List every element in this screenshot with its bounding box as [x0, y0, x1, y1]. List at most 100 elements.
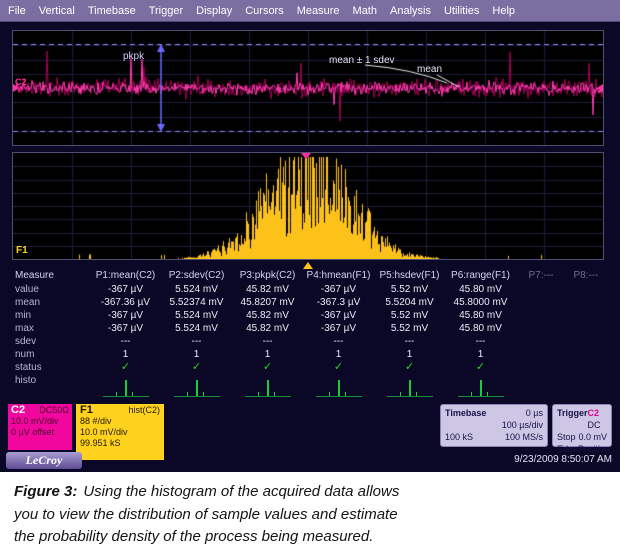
menu-vertical[interactable]: Vertical [39, 5, 75, 17]
caption-line-1: Using the histogram of the acquired data… [83, 483, 399, 500]
sdev-p8 [566, 335, 606, 348]
min-p8 [566, 309, 606, 322]
min-p5: 5.52 mV [374, 309, 445, 322]
timebase-box[interactable]: Timebase 0 µs 100 µs/div 100 kS 100 MS/s [440, 404, 548, 447]
sdev-p6: --- [445, 335, 516, 348]
histogram-grid[interactable]: F1 [12, 152, 604, 260]
param-header-p1[interactable]: P1:mean(C2) [90, 268, 161, 283]
num-p1: 1 [90, 348, 161, 361]
c2-descriptor-box[interactable]: C2 DC50Ω 10.0 mV/div 0 µV offset [8, 404, 72, 450]
timebase-rate: 100 MS/s [505, 431, 543, 443]
histogram-icon [316, 377, 362, 397]
trigger-box[interactable]: Trigger C2 DC Stop 0.0 mV Edge Positive [552, 404, 612, 447]
row-label-max: max [12, 322, 90, 335]
menu-help[interactable]: Help [492, 5, 515, 17]
param-header-p5[interactable]: P5:hsdev(F1) [374, 268, 445, 283]
c2-level-marker-right [597, 84, 603, 92]
value-p7 [516, 283, 566, 296]
status-check-icon-p1: ✓ [90, 361, 161, 374]
hmean-marker-icon [301, 153, 311, 159]
pkpk-annotation: pkpk [123, 51, 144, 62]
param-header-p7[interactable]: P7:--- [516, 268, 566, 283]
sdev-p7 [516, 335, 566, 348]
histogram-icon [174, 377, 220, 397]
max-p2: 5.524 mV [161, 322, 232, 335]
timebase-samples: 100 kS [445, 431, 473, 443]
histo-cell-p5 [374, 374, 445, 400]
histo-cell-p2 [161, 374, 232, 400]
mean-p5: 5.5204 mV [374, 296, 445, 309]
menu-measure[interactable]: Measure [297, 5, 340, 17]
mean-p1: -367.36 µV [90, 296, 161, 309]
param-header-p6[interactable]: P6:range(F1) [445, 268, 516, 283]
f1-population: 99.951 kS [80, 438, 160, 449]
status-p7 [516, 361, 566, 374]
f1-descriptor-box[interactable]: F1 hist(C2) 88 #/div 10.0 mV/div 99.951 … [76, 404, 164, 460]
param-header-p2[interactable]: P2:sdev(C2) [161, 268, 232, 283]
value-p1: -367 µV [90, 283, 161, 296]
f1-vertical-scale: 88 #/div [80, 416, 160, 427]
num-p5: 1 [374, 348, 445, 361]
status-check-icon-p3: ✓ [232, 361, 303, 374]
status-check-icon-p2: ✓ [161, 361, 232, 374]
min-p6: 45.80 mV [445, 309, 516, 322]
param-header-p4[interactable]: P4:hmean(F1) [303, 268, 374, 283]
sdev-p5: --- [374, 335, 445, 348]
row-label-mean: mean [12, 296, 90, 309]
max-p3: 45.82 mV [232, 322, 303, 335]
menu-cursors[interactable]: Cursors [245, 5, 284, 17]
mean-p6: 45.8000 mV [445, 296, 516, 309]
row-label-status: status [12, 361, 90, 374]
sdev-p3: --- [232, 335, 303, 348]
histo-cell-p7 [516, 374, 566, 400]
c2-offset: 0 µV offset [11, 427, 69, 438]
mean-p7 [516, 296, 566, 309]
status-check-icon-p5: ✓ [374, 361, 445, 374]
screenshot-page: File Vertical Timebase Trigger Display C… [0, 0, 620, 548]
trigger-level: 0.0 mV [578, 431, 607, 443]
histo-cell-p6 [445, 374, 516, 400]
histo-cell-p1 [90, 374, 161, 400]
min-p2: 5.524 mV [161, 309, 232, 322]
value-p8 [566, 283, 606, 296]
row-label-sdev: sdev [12, 335, 90, 348]
mean-p2: 5.52374 mV [161, 296, 232, 309]
menu-file[interactable]: File [8, 5, 26, 17]
caption-line-2: you to view the distribution of sample v… [14, 506, 398, 523]
histo-cell-p4 [303, 374, 374, 400]
trigger-coupling: DC [588, 420, 601, 430]
row-label-histo: histo [12, 374, 90, 400]
value-p3: 45.82 mV [232, 283, 303, 296]
trigger-mode: Stop [557, 431, 576, 443]
oscilloscope-screen: File Vertical Timebase Trigger Display C… [0, 0, 620, 472]
caption-line-3: the probability density of the process b… [14, 528, 373, 545]
f1-box-label: F1 [80, 405, 93, 416]
menu-math[interactable]: Math [353, 5, 377, 17]
menu-display[interactable]: Display [196, 5, 232, 17]
menu-timebase[interactable]: Timebase [88, 5, 136, 17]
min-p4: -367 µV [303, 309, 374, 322]
param-header-p8[interactable]: P8:--- [566, 268, 606, 283]
param-header-p3[interactable]: P3:pkpk(C2) [232, 268, 303, 283]
menu-trigger[interactable]: Trigger [149, 5, 183, 17]
histogram-icon [387, 377, 433, 397]
row-label-min: min [12, 309, 90, 322]
waveform-grid[interactable]: pkpk mean ± 1 sdev mean C2 [12, 30, 604, 146]
waveform-display[interactable] [13, 31, 603, 145]
status-check-icon-p4: ✓ [303, 361, 374, 374]
timebase-scale: 100 µs/div [502, 419, 543, 431]
timebase-title: Timebase [445, 407, 486, 419]
num-p2: 1 [161, 348, 232, 361]
f1-horizontal-scale: 10.0 mV/div [80, 427, 160, 438]
c2-level-marker-left [13, 84, 19, 92]
mean-p4: -367.3 µV [303, 296, 374, 309]
menu-utilities[interactable]: Utilities [444, 5, 479, 17]
max-p1: -367 µV [90, 322, 161, 335]
menu-analysis[interactable]: Analysis [390, 5, 431, 17]
histogram-icon [103, 377, 149, 397]
trigger-title: Trigger [557, 407, 588, 431]
histogram-display[interactable] [13, 153, 603, 259]
num-p3: 1 [232, 348, 303, 361]
row-label-value: value [12, 283, 90, 296]
timebase-position: 0 µs [526, 407, 543, 419]
